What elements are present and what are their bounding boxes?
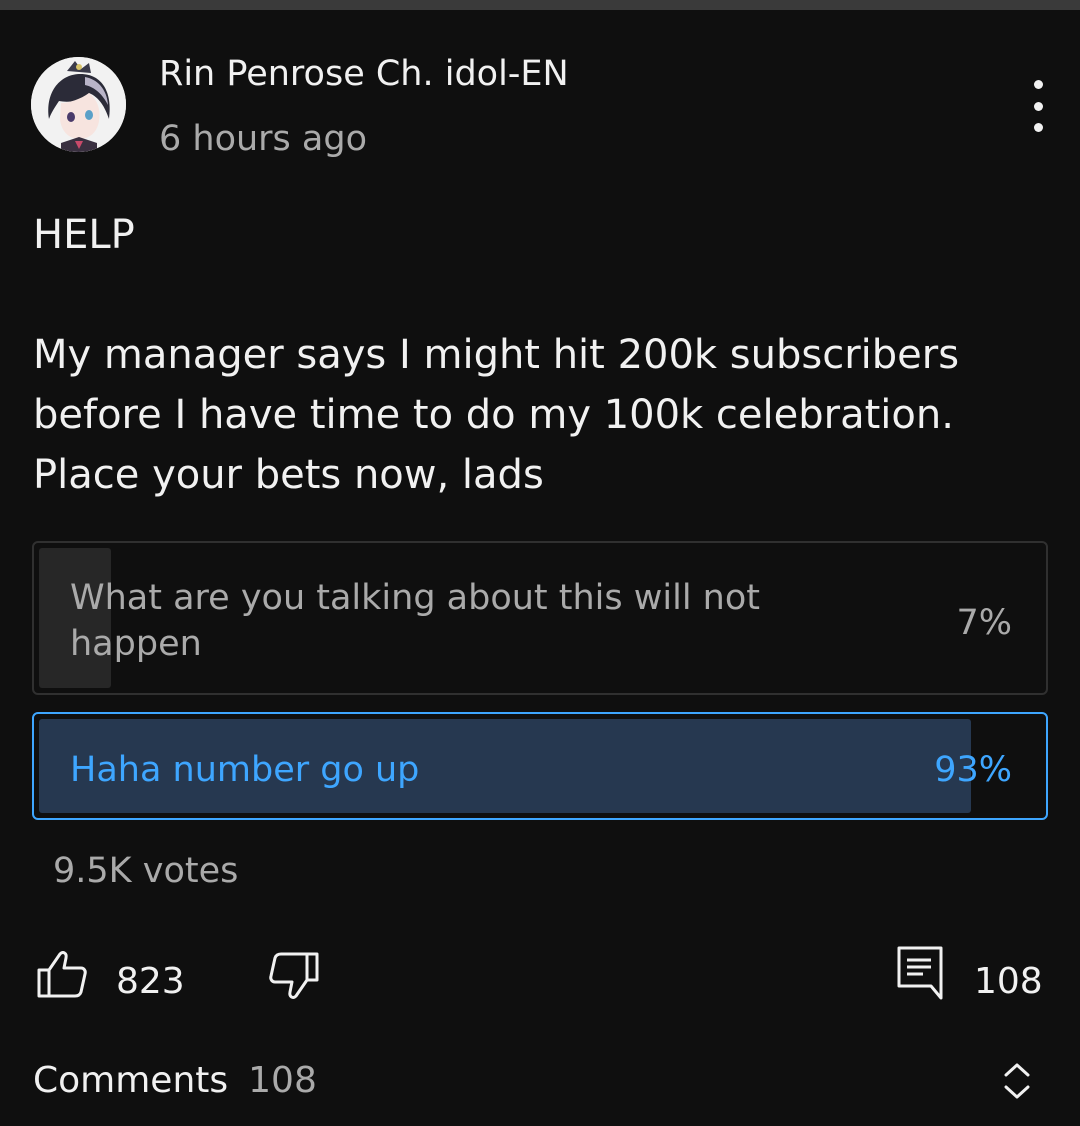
more-vert-icon-dot [1033, 123, 1043, 132]
post-line: HELP [33, 212, 135, 258]
more-vert-icon [1033, 80, 1043, 89]
comment-count: 108 [974, 961, 1043, 1002]
poll-option-2-label: Haha number go up [70, 750, 420, 790]
poll-option-1-label: What are you talking about this will not… [70, 578, 761, 664]
poll-option-2-percent: 93% [934, 750, 1012, 790]
like-icon [37, 951, 87, 998]
top-divider [0, 0, 1080, 10]
channel-name[interactable]: Rin Penrose Ch. idol-EN [159, 51, 569, 97]
channel-avatar[interactable] [31, 57, 126, 152]
poll-option-1-percent: 7% [956, 603, 1012, 643]
dislike-icon [269, 952, 319, 999]
post-body: HELP My manager says I might hit 200k su… [33, 205, 1033, 505]
poll-option-2[interactable]: Haha number go up 93% [32, 712, 1048, 820]
comments-label: Comments [33, 1060, 229, 1101]
comments-header[interactable]: Comments 108 [33, 1058, 317, 1104]
expand-icon[interactable] [1000, 1060, 1034, 1102]
post-line: before I have time to do my 100k celebra… [33, 392, 954, 438]
comments-count: 108 [248, 1060, 317, 1101]
comment-icon [897, 946, 943, 1000]
poll-vote-count: 9.5K votes [53, 851, 239, 891]
dislike-button[interactable] [268, 950, 320, 1002]
poll-option-1[interactable]: What are you talking about this will not… [32, 541, 1048, 695]
like-count: 823 [116, 961, 185, 1002]
post-line: Place your bets now, lads [33, 452, 544, 498]
more-vert-icon-dot [1033, 101, 1043, 111]
post-timestamp[interactable]: 6 hours ago [159, 116, 367, 162]
comment-button[interactable] [895, 944, 945, 1000]
post-line: My manager says I might hit 200k subscri… [33, 332, 960, 378]
more-options-button[interactable] [1016, 80, 1060, 132]
like-button[interactable] [36, 948, 88, 1000]
